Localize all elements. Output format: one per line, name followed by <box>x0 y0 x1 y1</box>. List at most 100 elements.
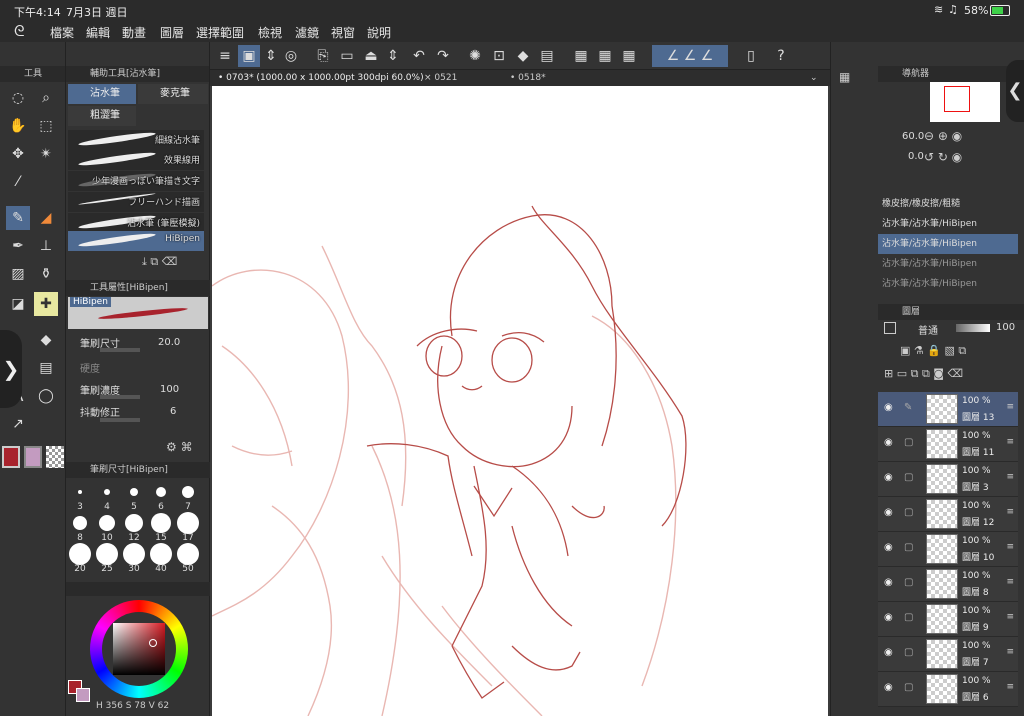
blend-mode[interactable]: 普通 <box>918 322 938 337</box>
layer-row[interactable]: ◉ ▢ 100 % 圖層 11 ≡ <box>878 427 1018 462</box>
transparent-swatch[interactable] <box>46 446 64 468</box>
menu-help[interactable]: 說明 <box>367 24 391 41</box>
brush-size-dot[interactable] <box>150 543 172 565</box>
brush-item[interactable]: 細線沾水筆 <box>68 130 204 150</box>
layer-menu-icon[interactable]: ≡ <box>1006 402 1014 412</box>
preset-row[interactable]: 沾水筆/沾水筆/HiBipen <box>878 274 1018 294</box>
color-wheel[interactable] <box>90 600 188 698</box>
fill-bucket-icon[interactable]: ⚱ <box>34 262 58 286</box>
menu-edit[interactable]: 編輯 <box>86 24 110 41</box>
density-slider[interactable] <box>100 395 140 399</box>
spinner-icon[interactable]: ✺ <box>464 45 486 67</box>
mask-icon[interactable]: ▤ <box>536 45 558 67</box>
layer-menu-icon[interactable]: ≡ <box>1006 612 1014 622</box>
opacity-slider[interactable] <box>956 324 990 332</box>
layer-actions-icons[interactable]: ⊞ ▭ ⧉ ⧉ ◙ ⌫ <box>884 367 963 381</box>
stabilizer-slider[interactable] <box>100 418 140 422</box>
brush-item[interactable]: 沾水筆 (筆壓模擬) <box>68 213 204 233</box>
visibility-eye-icon[interactable]: ◉ <box>884 437 893 448</box>
save-icon[interactable]: ⏏ <box>360 45 382 67</box>
layer-row[interactable]: ◉ ▢ 100 % 圖層 6 ≡ <box>878 672 1018 707</box>
layer-edit-icon[interactable]: ✎ <box>904 402 912 413</box>
drawing-canvas[interactable] <box>212 86 828 716</box>
hand-icon[interactable]: ✋ <box>6 114 30 138</box>
brush-size-dot[interactable] <box>73 516 87 530</box>
tab-active[interactable]: • 0703* (1000.00 x 1000.00pt 300dpi 60.0… <box>218 70 424 86</box>
layer-clip-icon[interactable] <box>884 322 896 334</box>
grid-icon[interactable]: ▦ <box>570 45 592 67</box>
gradient-icon[interactable]: ▨ <box>6 262 30 286</box>
grid3-icon[interactable]: ▦ <box>618 45 640 67</box>
layer-row[interactable]: ◉ ▢ 100 % 圖層 7 ≡ <box>878 637 1018 672</box>
brush-size-dot[interactable] <box>156 487 166 497</box>
layer-row[interactable]: ◉ ▢ 100 % 圖層 8 ≡ <box>878 567 1018 602</box>
brush-size-dot[interactable] <box>125 514 143 532</box>
layer-menu-icon[interactable]: ≡ <box>1006 577 1014 587</box>
menu-view[interactable]: 檢視 <box>258 24 282 41</box>
eyedropper-icon[interactable]: ⁄ <box>6 170 30 194</box>
layer-row[interactable]: ◉ ▢ 100 % 圖層 12 ≡ <box>878 497 1018 532</box>
marker-icon[interactable]: ◢ <box>34 206 58 230</box>
updown-icon[interactable]: ⇕ <box>260 45 282 67</box>
brush-size-dot[interactable] <box>96 543 118 565</box>
layer-edit-icon[interactable]: ▢ <box>904 507 913 518</box>
balloon-icon[interactable]: ◯ <box>34 384 58 408</box>
layer-row[interactable]: ◉ ✎ 100 % 圖層 13 ≡ <box>878 392 1018 427</box>
eraser-icon[interactable]: ◪ <box>6 292 30 316</box>
color-square[interactable] <box>113 623 165 675</box>
visibility-eye-icon[interactable]: ◉ <box>884 647 893 658</box>
preset-row[interactable]: 橡皮擦/橡皮擦/粗糙 <box>878 194 1018 214</box>
pen-icon[interactable]: ✎ <box>6 206 30 230</box>
visibility-eye-icon[interactable]: ◉ <box>884 542 893 553</box>
layer-edit-icon[interactable]: ▢ <box>904 577 913 588</box>
preset-row[interactable]: 沾水筆/沾水筆/HiBipen <box>878 214 1018 234</box>
left-drawer-handle[interactable]: ❯ <box>0 330 22 408</box>
brush-size-dot[interactable] <box>130 488 138 496</box>
layer-menu-icon[interactable]: ≡ <box>1006 507 1014 517</box>
undo-icon[interactable]: ↶ <box>408 45 430 67</box>
layer-edit-icon[interactable]: ▢ <box>904 612 913 623</box>
right-drawer-handle[interactable]: ❮ <box>1006 60 1024 122</box>
brush-size-slider[interactable] <box>100 348 140 352</box>
line-correction-icon[interactable]: ↗ <box>6 412 30 436</box>
menu-layer[interactable]: 圖層 <box>160 24 184 41</box>
layer-lock-icons[interactable]: ▣ ⚗ 🔒 ▧ ⧉ <box>900 344 966 358</box>
zoom-controls-icon[interactable]: ⊖ ⊕ ◉ <box>924 129 962 143</box>
open-folder-icon[interactable]: ▭ <box>336 45 358 67</box>
updown2-icon[interactable]: ⇕ <box>382 45 404 67</box>
brush-size-dot[interactable] <box>69 543 91 565</box>
brush-size-dot[interactable] <box>182 486 194 498</box>
lasso-icon[interactable]: ◌ <box>6 86 30 110</box>
layer-edit-icon[interactable]: ▢ <box>904 647 913 658</box>
color-sub-mini[interactable] <box>76 688 90 702</box>
zoom-icon[interactable]: ⌕ <box>34 86 58 110</box>
panel-menu-icon[interactable]: ▦ <box>839 70 850 84</box>
frame-icon[interactable]: ▤ <box>34 356 58 380</box>
layer-menu-icon[interactable]: ≡ <box>1006 647 1014 657</box>
menu-file[interactable]: 檔案 <box>50 24 74 41</box>
subtool-rough[interactable]: 粗澀筆 <box>68 106 136 126</box>
layer-edit-icon[interactable]: ▢ <box>904 682 913 693</box>
stamp-icon[interactable]: ⊥ <box>34 234 58 258</box>
brush-size-dot[interactable] <box>177 543 199 565</box>
brush-size-dot[interactable] <box>177 512 199 534</box>
tab-list-icon[interactable]: ⌄ <box>810 70 818 86</box>
layer-row[interactable]: ◉ ▢ 100 % 圖層 3 ≡ <box>878 462 1018 497</box>
brush-size-dot[interactable] <box>99 515 115 531</box>
brush-icon[interactable]: ✒ <box>6 234 30 258</box>
help-icon[interactable]: ? <box>770 45 792 67</box>
sparkle-icon[interactable]: ✚ <box>34 292 58 316</box>
layer-menu-icon[interactable]: ≡ <box>1006 682 1014 692</box>
visibility-eye-icon[interactable]: ◉ <box>884 612 893 623</box>
brush-size-dot[interactable] <box>78 490 82 494</box>
ruler-group[interactable]: ∠ ∠ ∠ <box>652 45 728 67</box>
visibility-eye-icon[interactable]: ◉ <box>884 682 893 693</box>
canvas-icon[interactable]: ▣ <box>238 45 260 67</box>
layer-edit-icon[interactable]: ▢ <box>904 472 913 483</box>
layer-row[interactable]: ◉ ▢ 100 % 圖層 9 ≡ <box>878 602 1018 637</box>
brush-item[interactable]: 效果線用 <box>68 150 204 170</box>
redo-icon[interactable]: ↷ <box>432 45 454 67</box>
preset-row[interactable]: 沾水筆/沾水筆/HiBipen <box>878 254 1018 274</box>
move-icon[interactable]: ✥ <box>6 142 30 166</box>
menu-window[interactable]: 視窗 <box>331 24 355 41</box>
